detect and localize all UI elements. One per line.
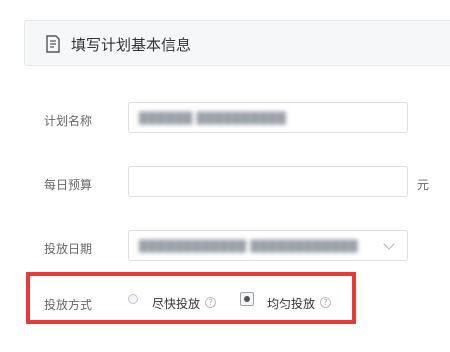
even-delivery-label[interactable]: 均匀投放: [267, 295, 315, 312]
radio-fast-delivery[interactable]: [128, 294, 138, 304]
daily-budget-input[interactable]: [128, 166, 408, 197]
delivery-date-label: 投放日期: [44, 242, 93, 256]
delivery-date-value: ████████████ ████████████: [139, 240, 359, 253]
radio-even-delivery[interactable]: [240, 292, 254, 306]
delivery-date-select[interactable]: ████████████ ████████████: [128, 230, 408, 261]
section-title: 填写计划基本信息: [71, 36, 192, 54]
question-circle-icon[interactable]: ?: [205, 297, 216, 308]
chevron-down-icon: [383, 238, 395, 250]
daily-budget-label: 每日预算: [44, 178, 93, 192]
plan-name-value: ██████ ██████████: [139, 112, 287, 125]
currency-unit: 元: [417, 178, 430, 192]
fast-delivery-label[interactable]: 尽快投放: [152, 295, 200, 312]
question-circle-icon[interactable]: ?: [320, 297, 331, 308]
radio-dot-icon: [244, 296, 250, 302]
delivery-method-label: 投放方式: [44, 298, 93, 312]
plan-name-input[interactable]: ██████ ██████████: [128, 102, 408, 133]
document-icon: [46, 35, 60, 53]
plan-name-label: 计划名称: [44, 114, 93, 128]
section-header: 填写计划基本信息: [24, 20, 450, 66]
